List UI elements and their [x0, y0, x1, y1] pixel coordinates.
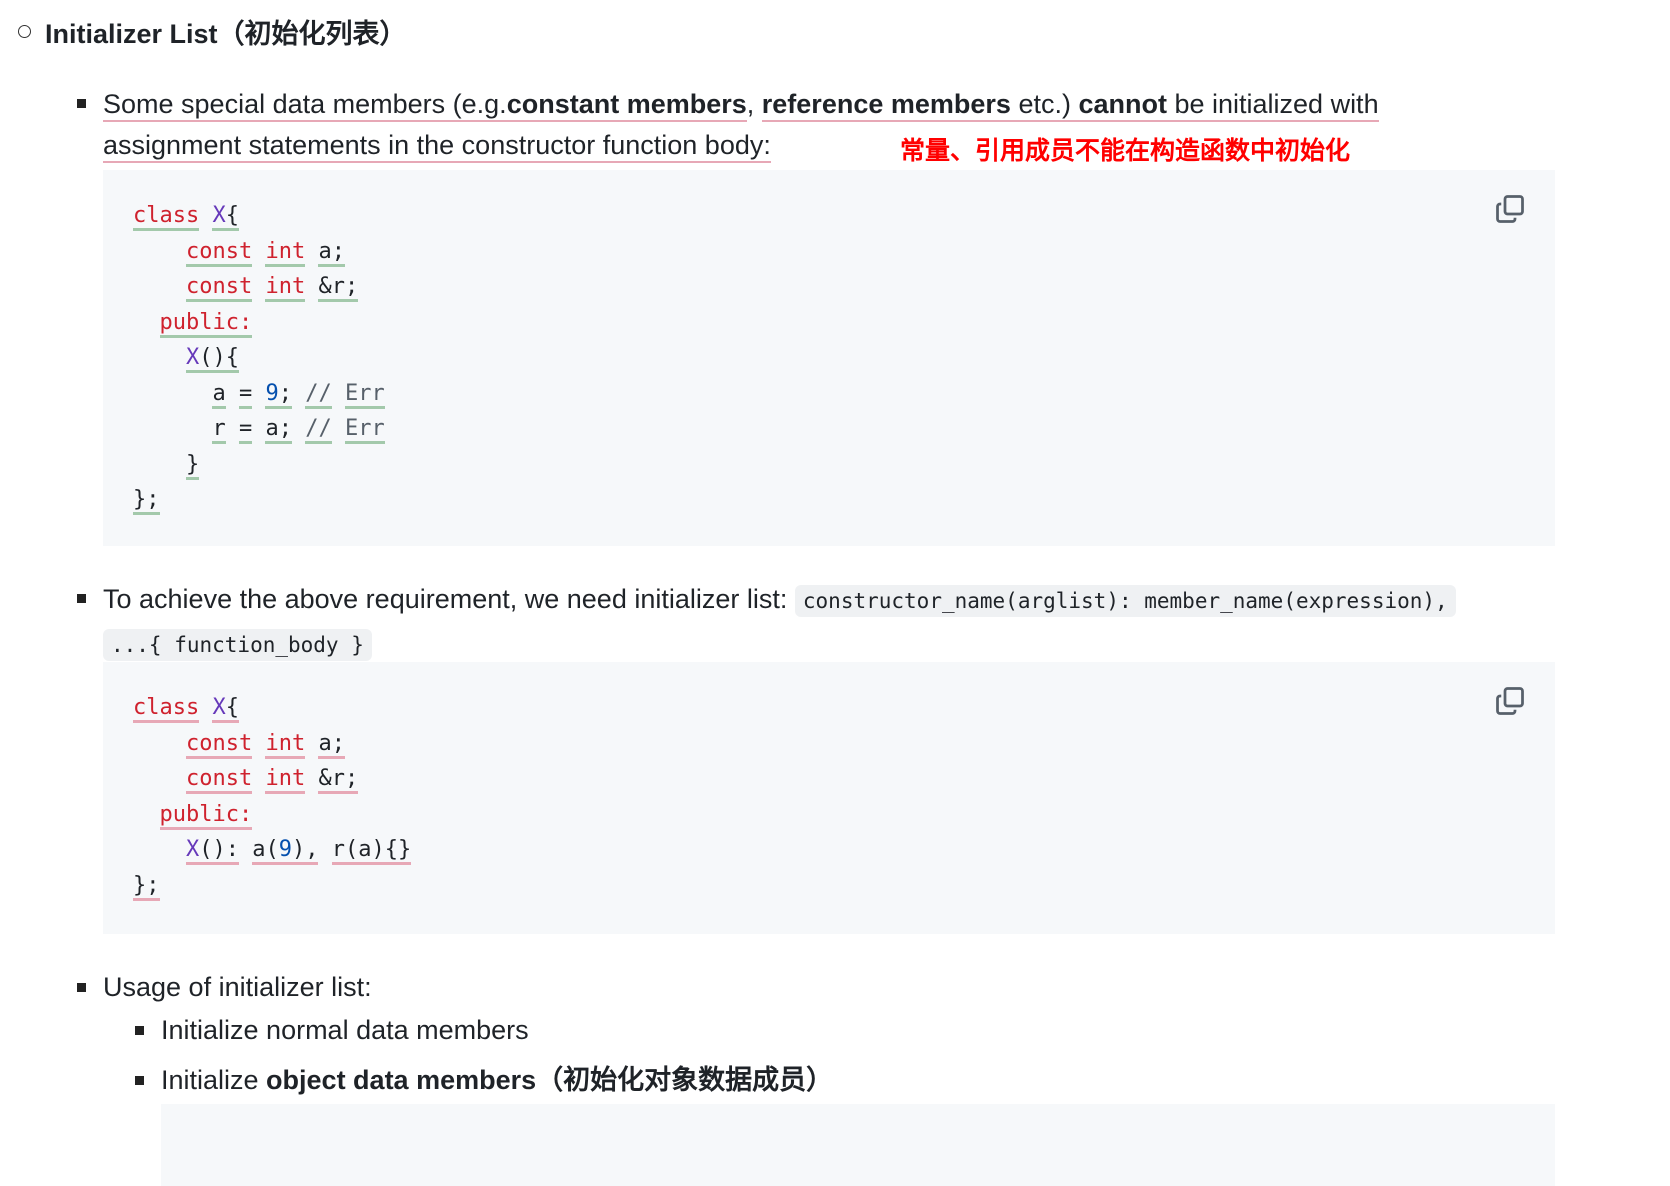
- copy-icon[interactable]: [1495, 194, 1525, 224]
- code-line: };: [133, 482, 385, 518]
- code-2: class X{ const int a; const int &r; publ…: [133, 690, 412, 904]
- red-annotation: 常量、引用成员不能在构造函数中初始化: [900, 137, 1351, 165]
- inline-code: constructor_name(arglist): member_name(e…: [794, 585, 1456, 617]
- code-block-2: class X{ const int a; const int &r; publ…: [103, 662, 1555, 934]
- paragraph-2-line-2: ...{ function_body }: [103, 623, 372, 665]
- bullet-icon: [77, 594, 86, 603]
- code-line: const int &r;: [133, 761, 411, 797]
- paragraph-3: Usage of initializer list:: [103, 972, 372, 1002]
- code-line: class X{: [133, 198, 385, 234]
- paragraph-2-line-1: To achieve the above requirement, we nee…: [103, 579, 1456, 621]
- paragraph-1-line-2: assignment statements in the constructor…: [103, 125, 771, 165]
- bullet-icon: [135, 1076, 144, 1085]
- code-block-3: [161, 1104, 1555, 1186]
- bullet-icon: [77, 99, 86, 108]
- code-line: r = a; // Err: [133, 411, 385, 447]
- code-line: public:: [133, 797, 411, 833]
- code-line: const int a;: [133, 234, 385, 270]
- code-line: const int a;: [133, 726, 411, 762]
- code-line: X(){: [133, 340, 385, 376]
- list-item: Initialize normal data members: [161, 1015, 529, 1045]
- code-line: };: [133, 868, 411, 904]
- code-1: class X{ const int a; const int &r; publ…: [133, 198, 385, 518]
- code-line: const int &r;: [133, 269, 385, 305]
- inline-code: ...{ function_body }: [103, 629, 372, 661]
- code-line: X(): a(9), r(a){}: [133, 832, 412, 868]
- circle-bullet-icon: [18, 25, 31, 38]
- code-line: class X{: [133, 690, 411, 726]
- section-heading: Initializer List（初始化列表）: [18, 12, 407, 51]
- code-line: }: [133, 447, 385, 483]
- code-line: a = 9; // Err: [133, 376, 385, 412]
- bullet-icon: [135, 1026, 144, 1035]
- copy-icon[interactable]: [1495, 686, 1525, 716]
- paragraph-1-line-1: Some special data members (e.g.constant …: [103, 84, 1379, 124]
- bullet-icon: [77, 983, 86, 992]
- code-block-1: class X{ const int a; const int &r; publ…: [103, 170, 1555, 546]
- code-line: public:: [133, 305, 385, 341]
- list-item: Initialize object data members（初始化对象数据成员…: [161, 1065, 834, 1095]
